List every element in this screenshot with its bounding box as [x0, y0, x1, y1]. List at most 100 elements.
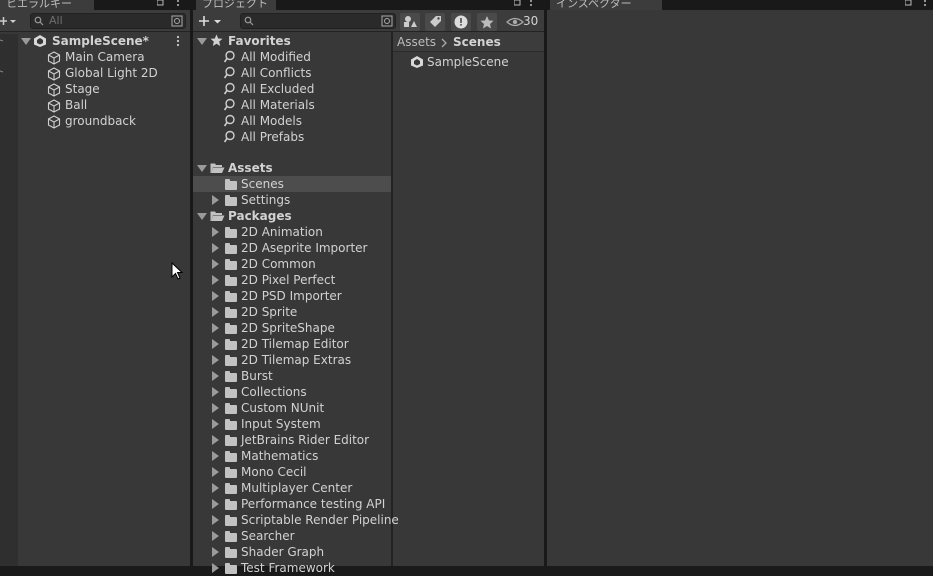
hierarchy-item[interactable]: Ball: [65, 97, 87, 113]
search-icon: [224, 114, 235, 127]
create-asset-button[interactable]: [199, 14, 225, 28]
folder-item[interactable]: Collections: [241, 384, 307, 400]
hierarchy-item[interactable]: groundback: [65, 113, 136, 129]
folder-item[interactable]: 2D Tilemap Editor: [241, 336, 349, 352]
expand-arrow-icon[interactable]: [212, 419, 219, 429]
expand-arrow-icon[interactable]: [212, 499, 219, 509]
assets-expand-arrow-icon[interactable]: [197, 165, 207, 172]
folder-icon: [225, 515, 237, 526]
folder-item[interactable]: Searcher: [241, 528, 295, 544]
tab-hierarchy[interactable]: ヒエラルキー: [0, 0, 94, 10]
favorite-item[interactable]: All Conflicts: [241, 65, 311, 81]
folder-item[interactable]: Scriptable Render Pipeline: [241, 512, 399, 528]
folder-item[interactable]: Multiplayer Center: [241, 480, 352, 496]
expand-arrow-icon[interactable]: [212, 515, 219, 525]
folder-item[interactable]: 2D Common: [241, 256, 316, 272]
expand-arrow-icon[interactable]: [212, 195, 219, 205]
packages-expand-arrow-icon[interactable]: [197, 213, 207, 220]
favorite-item[interactable]: All Prefabs: [241, 129, 304, 145]
expand-arrow-icon[interactable]: [212, 275, 219, 285]
hierarchy-item[interactable]: Main Camera: [65, 49, 145, 65]
packages-label[interactable]: Packages: [228, 208, 292, 224]
favorites-expand-arrow-icon[interactable]: [197, 38, 207, 45]
expand-arrow-icon[interactable]: [212, 243, 219, 253]
hierarchy-item[interactable]: Stage: [65, 81, 100, 97]
folder-item[interactable]: 2D Tilemap Extras: [241, 352, 351, 368]
scene-name[interactable]: SampleScene*: [52, 33, 149, 49]
folder-item[interactable]: Mathematics: [241, 448, 318, 464]
expand-arrow-icon[interactable]: [212, 563, 219, 573]
folder-item[interactable]: 2D Sprite: [241, 304, 297, 320]
folder-icon: [225, 371, 237, 382]
folder-item[interactable]: 2D Animation: [241, 224, 323, 240]
tab-project[interactable]: プロジェクト: [196, 0, 276, 10]
expand-arrow-icon[interactable]: [212, 467, 219, 477]
expand-arrow-icon[interactable]: [212, 547, 219, 557]
expand-arrow-icon[interactable]: [212, 371, 219, 381]
hidden-packages-count[interactable]: 30: [523, 13, 538, 29]
expand-arrow-icon[interactable]: [212, 483, 219, 493]
breadcrumb-root[interactable]: Assets: [397, 34, 436, 50]
eye-icon[interactable]: [506, 16, 524, 28]
folder-icon: [225, 307, 237, 318]
folder-item[interactable]: Settings: [241, 192, 290, 208]
folder-item[interactable]: Performance testing API: [241, 496, 385, 512]
gameobject-cube-icon: [47, 83, 61, 97]
show-warnings-button[interactable]: [451, 13, 471, 31]
assets-label[interactable]: Assets: [228, 160, 273, 176]
folder-item[interactable]: 2D Pixel Perfect: [241, 272, 335, 288]
tree-divider[interactable]: [391, 32, 393, 566]
folder-item[interactable]: Mono Cecil: [241, 464, 306, 480]
search-icon: [224, 130, 235, 143]
folder-item[interactable]: 2D SpriteShape: [241, 320, 335, 336]
search-type-icon[interactable]: [171, 15, 184, 27]
folder-item[interactable]: Shader Graph: [241, 544, 324, 560]
tab-inspector-label: インスペクター: [556, 0, 632, 10]
folder-item[interactable]: Burst: [241, 368, 273, 384]
expand-arrow-icon[interactable]: [212, 531, 219, 541]
search-icon: [244, 16, 254, 26]
folder-item[interactable]: Scenes: [241, 176, 284, 192]
add-object-button[interactable]: [0, 14, 20, 28]
folder-item[interactable]: 2D Aseprite Importer: [241, 240, 367, 256]
project-search-field[interactable]: [240, 13, 396, 29]
filter-by-type-button[interactable]: [400, 13, 420, 31]
expand-arrow-icon[interactable]: [212, 291, 219, 301]
favorite-item[interactable]: All Models: [241, 113, 302, 129]
folder-item[interactable]: 2D PSD Importer: [241, 288, 342, 304]
folder-item[interactable]: JetBrains Rider Editor: [241, 432, 369, 448]
tab-inspector[interactable]: インスペクター: [550, 0, 662, 10]
favorites-label[interactable]: Favorites: [228, 33, 291, 49]
filter-by-label-button[interactable]: [425, 13, 445, 31]
inspector-window-menu-icon[interactable]: [905, 0, 933, 8]
scene-menu-icon[interactable]: [175, 35, 181, 47]
expand-arrow-icon[interactable]: [212, 355, 219, 365]
hierarchy-search-field[interactable]: All: [30, 13, 186, 29]
expand-arrow-icon[interactable]: [212, 435, 219, 445]
selected-folder-highlight: [193, 176, 391, 192]
asset-item[interactable]: SampleScene: [427, 54, 509, 70]
expand-arrow-icon[interactable]: [212, 307, 219, 317]
scene-expand-arrow-icon[interactable]: [21, 38, 31, 45]
expand-arrow-icon[interactable]: [212, 227, 219, 237]
hierarchy-item[interactable]: Global Light 2D: [65, 65, 158, 81]
search-icon: [224, 82, 235, 95]
folder-item[interactable]: Custom NUnit: [241, 400, 324, 416]
hierarchy-window-menu-icon[interactable]: [157, 0, 187, 8]
expand-arrow-icon[interactable]: [212, 339, 219, 349]
search-scope-icon[interactable]: [381, 15, 394, 27]
gameobject-cube-icon: [47, 99, 61, 113]
expand-arrow-icon[interactable]: [212, 259, 219, 269]
expand-arrow-icon[interactable]: [212, 451, 219, 461]
folder-item[interactable]: Test Framework: [241, 560, 335, 576]
folder-item[interactable]: Input System: [241, 416, 321, 432]
expand-arrow-icon[interactable]: [212, 323, 219, 333]
favorite-item[interactable]: All Excluded: [241, 81, 314, 97]
breadcrumb-current[interactable]: Scenes: [453, 34, 501, 50]
project-window-menu-icon[interactable]: [514, 0, 544, 8]
favorite-item[interactable]: All Modified: [241, 49, 311, 65]
expand-arrow-icon[interactable]: [212, 403, 219, 413]
expand-arrow-icon[interactable]: [212, 387, 219, 397]
favorite-item[interactable]: All Materials: [241, 97, 315, 113]
favorite-button[interactable]: [477, 13, 497, 31]
